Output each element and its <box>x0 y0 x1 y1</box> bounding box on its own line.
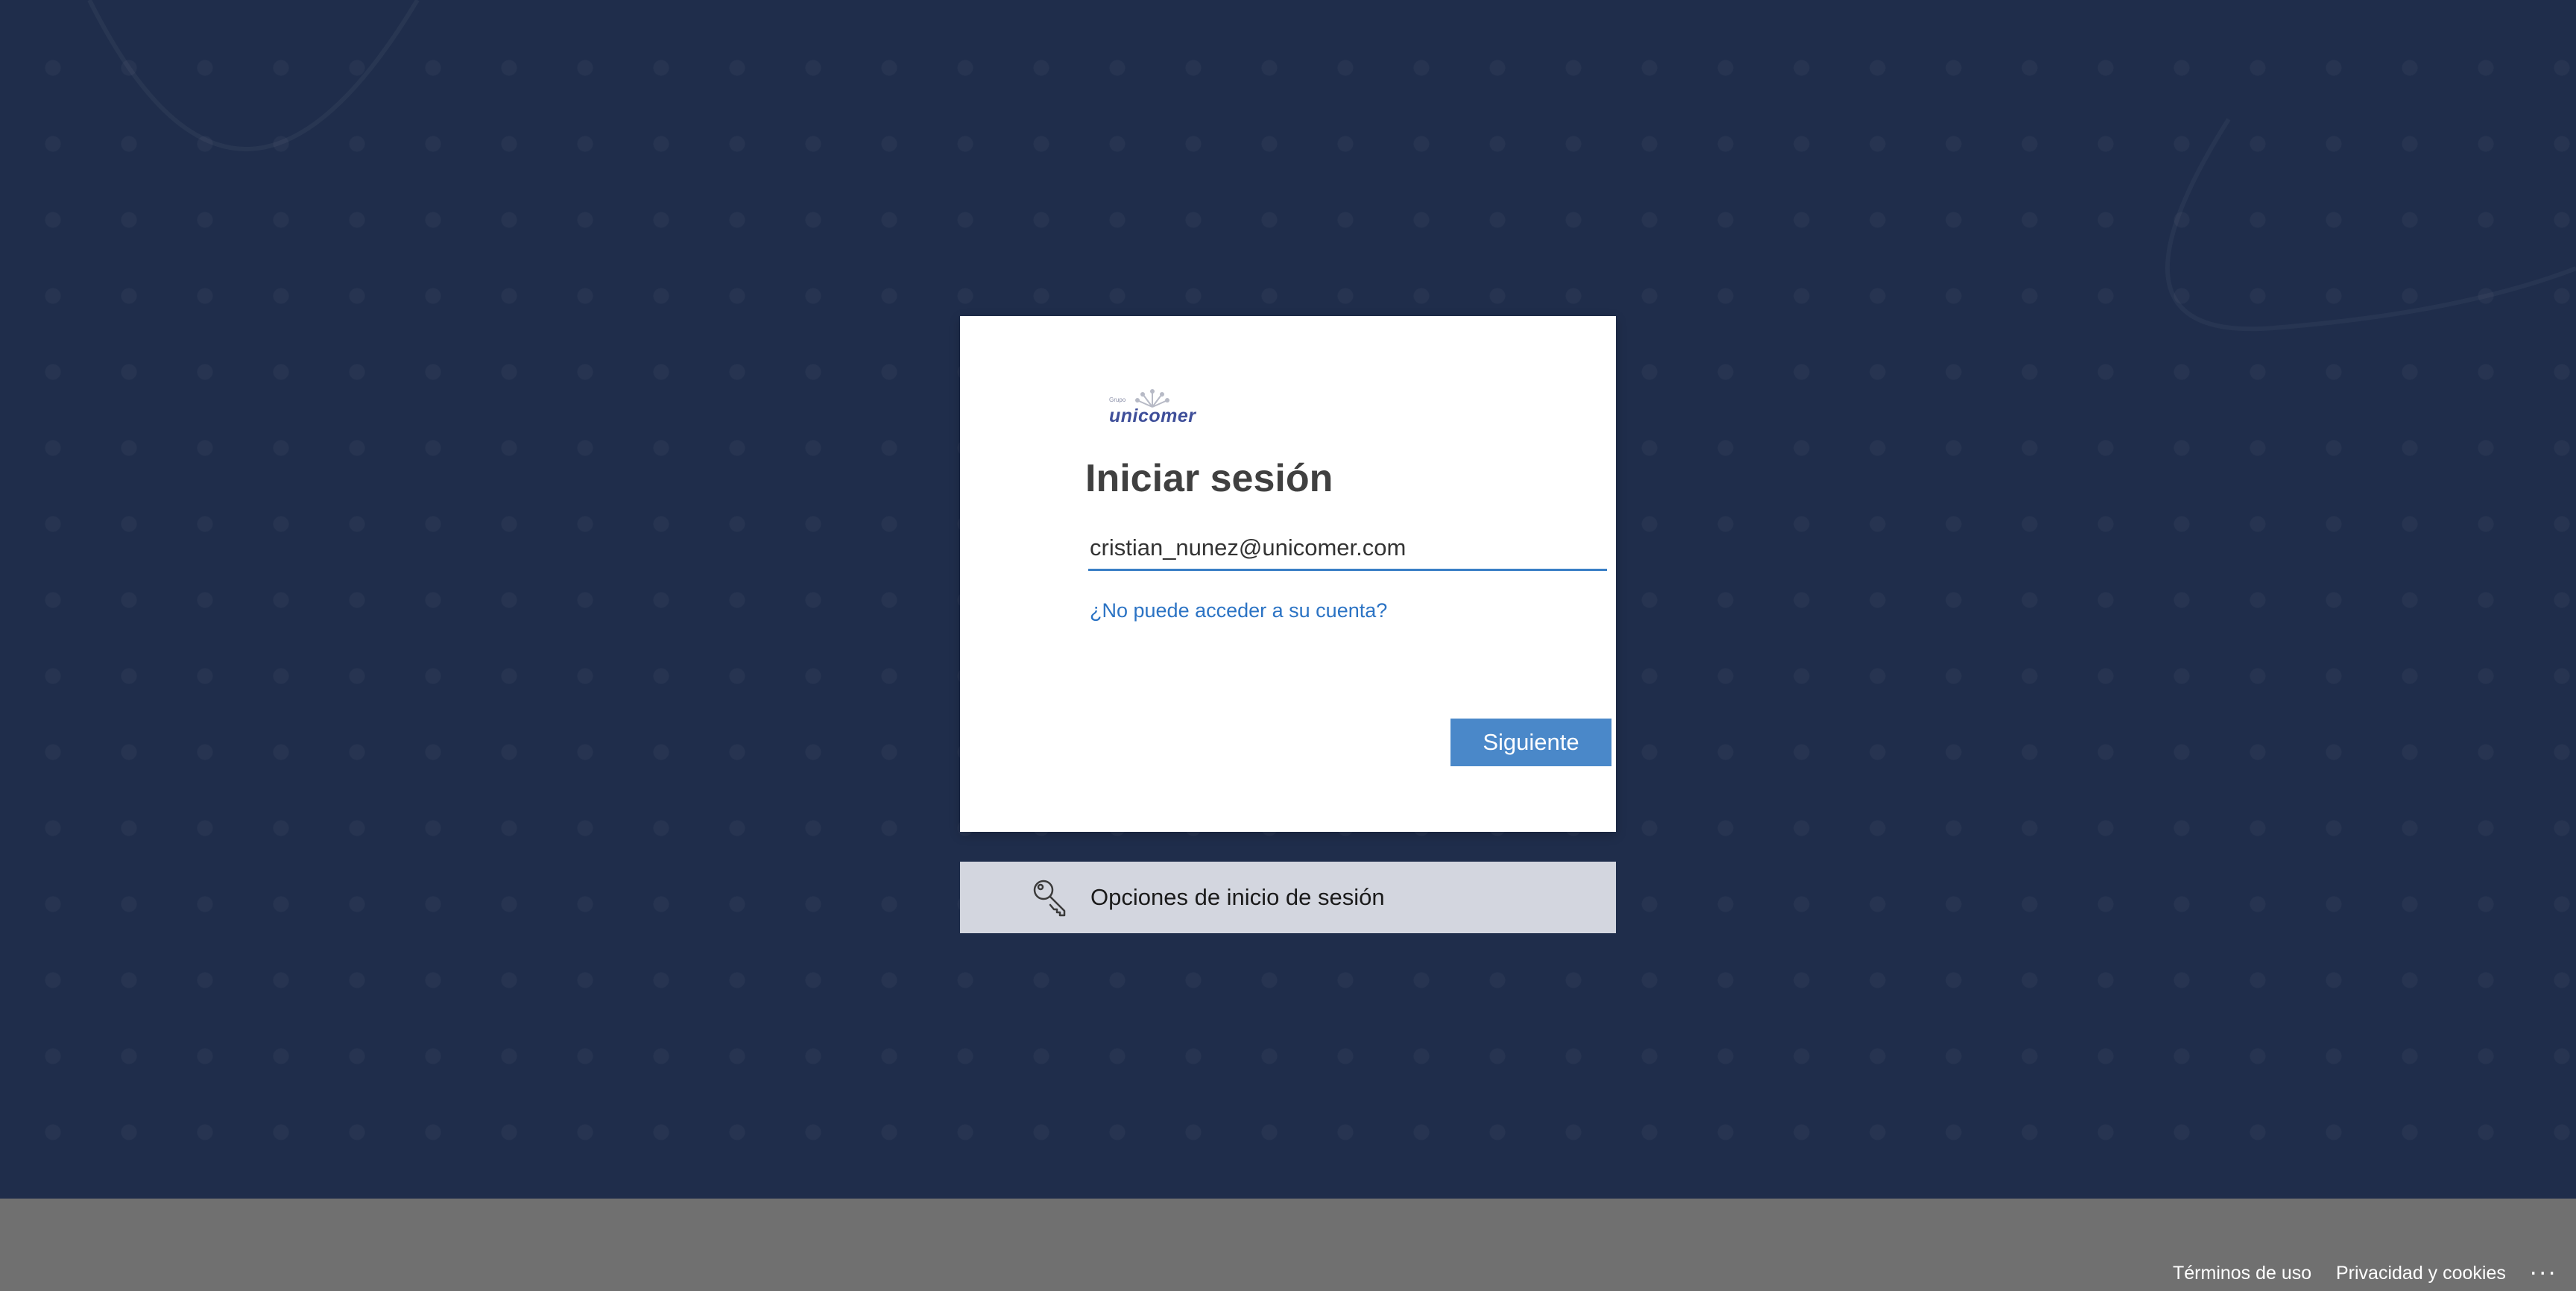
page-title: Iniciar sesión <box>1085 457 1333 500</box>
footer: Términos de uso Privacidad y cookies ... <box>0 1199 2576 1291</box>
logo-wordmark: unicomer <box>1109 405 1196 426</box>
cant-access-account-link[interactable]: ¿No puede acceder a su cuenta? <box>1090 599 1387 622</box>
company-logo: Grupo unicomer <box>1109 388 1202 429</box>
more-options-button[interactable]: ... <box>2530 1252 2557 1281</box>
key-icon <box>1033 880 1066 917</box>
signin-options-button[interactable]: Opciones de inicio de sesión <box>960 862 1616 933</box>
logo-small-text: Grupo <box>1109 397 1126 403</box>
signin-options-label: Opciones de inicio de sesión <box>1090 884 1385 910</box>
email-field[interactable] <box>1088 526 1607 571</box>
terms-of-use-link[interactable]: Términos de uso <box>2173 1263 2311 1284</box>
signin-card: Grupo unicomer Iniciar sesión ¿No puede … <box>960 316 1616 832</box>
next-button[interactable]: Siguiente <box>1450 719 1611 766</box>
privacy-cookies-link[interactable]: Privacidad y cookies <box>2336 1263 2506 1284</box>
